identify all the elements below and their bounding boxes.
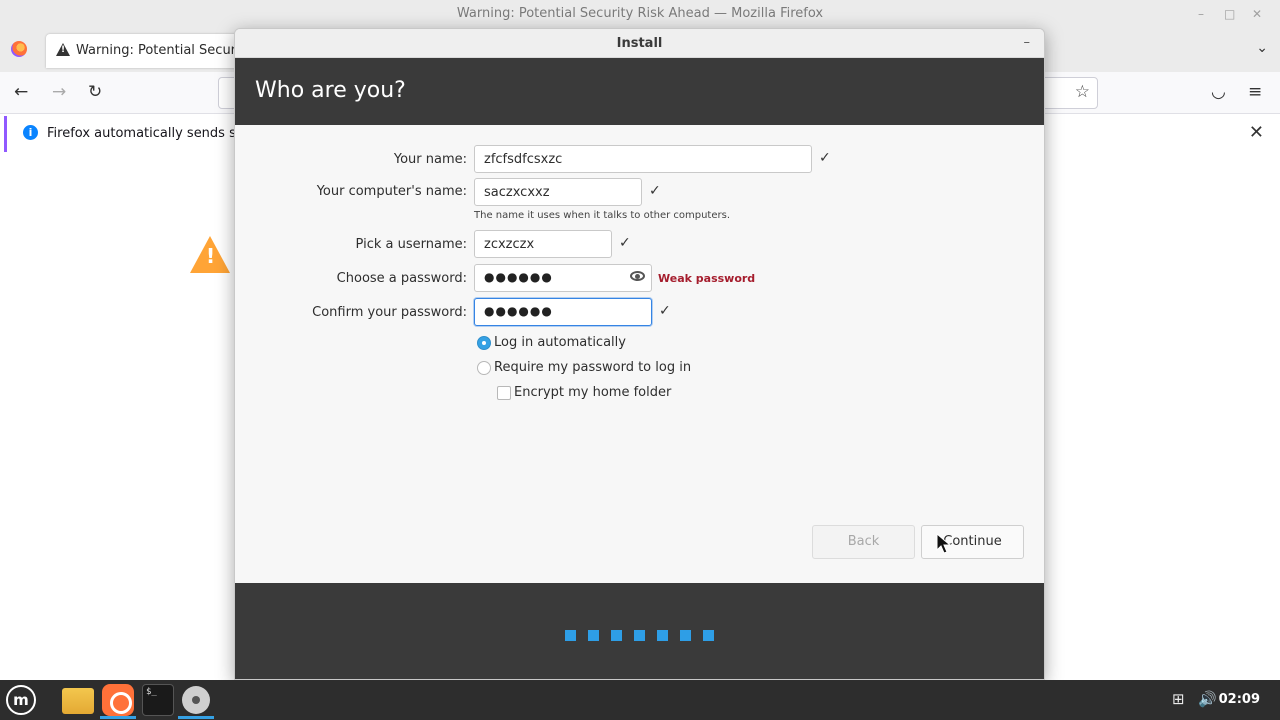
- progress-step: [565, 630, 576, 641]
- password-strength: Weak password: [658, 272, 756, 285]
- progress-step: [703, 630, 714, 641]
- back-icon[interactable]: ←: [14, 82, 28, 102]
- confirm-password-input[interactable]: ●●●●●●: [474, 298, 652, 326]
- files-app-icon[interactable]: [62, 688, 94, 714]
- terminal-app-icon[interactable]: $_: [142, 684, 174, 716]
- require-password-radio[interactable]: [477, 361, 491, 375]
- reload-icon[interactable]: ↻: [88, 82, 102, 102]
- require-password-label[interactable]: Require my password to log in: [494, 360, 691, 375]
- close-icon[interactable]: ✕: [1252, 7, 1262, 21]
- dialog-header: Who are you?: [235, 58, 1044, 125]
- warning-triangle-icon: !: [190, 236, 230, 273]
- firefox-titlebar: Warning: Potential Security Risk Ahead —…: [0, 0, 1280, 28]
- network-icon[interactable]: ⊞: [1172, 690, 1185, 708]
- minimize-icon[interactable]: –: [1198, 7, 1204, 21]
- computer-name-label: Your computer's name:: [316, 184, 467, 199]
- confirm-password-check-icon: ✓: [659, 303, 671, 319]
- forward-icon[interactable]: →: [52, 82, 66, 102]
- mouse-cursor-icon: [936, 533, 952, 554]
- progress-step: [657, 630, 668, 641]
- password-label: Choose a password:: [336, 271, 467, 286]
- computer-name-hint: The name it uses when it talks to other …: [474, 210, 731, 221]
- back-button[interactable]: Back: [812, 525, 915, 559]
- confirm-password-dots: ●●●●●●: [484, 304, 553, 318]
- page-title: Who are you?: [255, 78, 406, 103]
- bookmark-star-icon[interactable]: ☆: [1075, 82, 1090, 102]
- firefox-window-title: Warning: Potential Security Risk Ahead —…: [456, 6, 824, 21]
- computer-name-check-icon: ✓: [649, 183, 661, 199]
- log-in-automatically-radio[interactable]: [477, 336, 491, 350]
- notice-close-icon[interactable]: ✕: [1249, 122, 1264, 143]
- warning-mark: !: [206, 244, 216, 268]
- mint-menu-icon[interactable]: m: [6, 685, 36, 715]
- progress-step: [634, 630, 645, 641]
- progress-step: [680, 630, 691, 641]
- your-name-label: Your name:: [393, 152, 467, 167]
- install-progress-dots: [565, 626, 726, 645]
- dialog-body: Your name: zfcfsdfcsxzc ✓ Your computer'…: [235, 125, 1044, 583]
- info-icon: i: [23, 125, 38, 140]
- password-dots: ●●●●●●: [484, 270, 553, 284]
- dialog-footer: [235, 583, 1044, 679]
- progress-step: [611, 630, 622, 641]
- log-in-automatically-label[interactable]: Log in automatically: [494, 335, 626, 350]
- firefox-logo-icon[interactable]: [11, 41, 27, 57]
- active-indicator: [178, 716, 214, 719]
- dialog-minimize-icon[interactable]: –: [1024, 35, 1031, 50]
- clock[interactable]: 02:09: [1219, 692, 1260, 707]
- username-check-icon: ✓: [619, 235, 631, 251]
- encrypt-home-label[interactable]: Encrypt my home folder: [514, 385, 671, 400]
- confirm-password-label: Confirm your password:: [312, 305, 467, 320]
- show-password-eye-icon[interactable]: [630, 271, 645, 281]
- progress-step: [588, 630, 599, 641]
- dialog-title: Install: [616, 36, 663, 51]
- firefox-tab[interactable]: Warning: Potential Securit: [46, 34, 246, 68]
- dialog-titlebar: Install –: [235, 29, 1044, 58]
- password-input[interactable]: ●●●●●●: [474, 264, 652, 292]
- install-dialog: Install – Who are you? Your name: zfcfsd…: [234, 28, 1045, 680]
- username-input[interactable]: zcxzczx: [474, 230, 612, 258]
- your-name-check-icon: ✓: [819, 150, 831, 166]
- encrypt-home-checkbox[interactable]: [497, 386, 511, 400]
- firefox-tab-label: Warning: Potential Securit: [76, 43, 241, 58]
- warning-icon: [56, 43, 70, 56]
- pocket-icon[interactable]: ◡: [1211, 82, 1226, 102]
- maximize-icon[interactable]: □: [1224, 7, 1235, 21]
- username-label: Pick a username:: [355, 237, 467, 252]
- your-name-input[interactable]: zfcfsdfcsxzc: [474, 145, 812, 173]
- taskbar: m $_ ⊞ 🔊 02:09: [0, 680, 1280, 720]
- computer-name-input[interactable]: saczxcxxz: [474, 178, 642, 206]
- menu-icon[interactable]: ≡: [1248, 82, 1262, 102]
- installer-disc-icon[interactable]: [182, 686, 210, 714]
- chevron-down-icon[interactable]: ⌄: [1256, 40, 1268, 56]
- volume-icon[interactable]: 🔊: [1198, 690, 1217, 708]
- notice-text: Firefox automatically sends som: [47, 126, 237, 141]
- active-indicator: [100, 716, 136, 719]
- firefox-app-icon[interactable]: [102, 684, 134, 716]
